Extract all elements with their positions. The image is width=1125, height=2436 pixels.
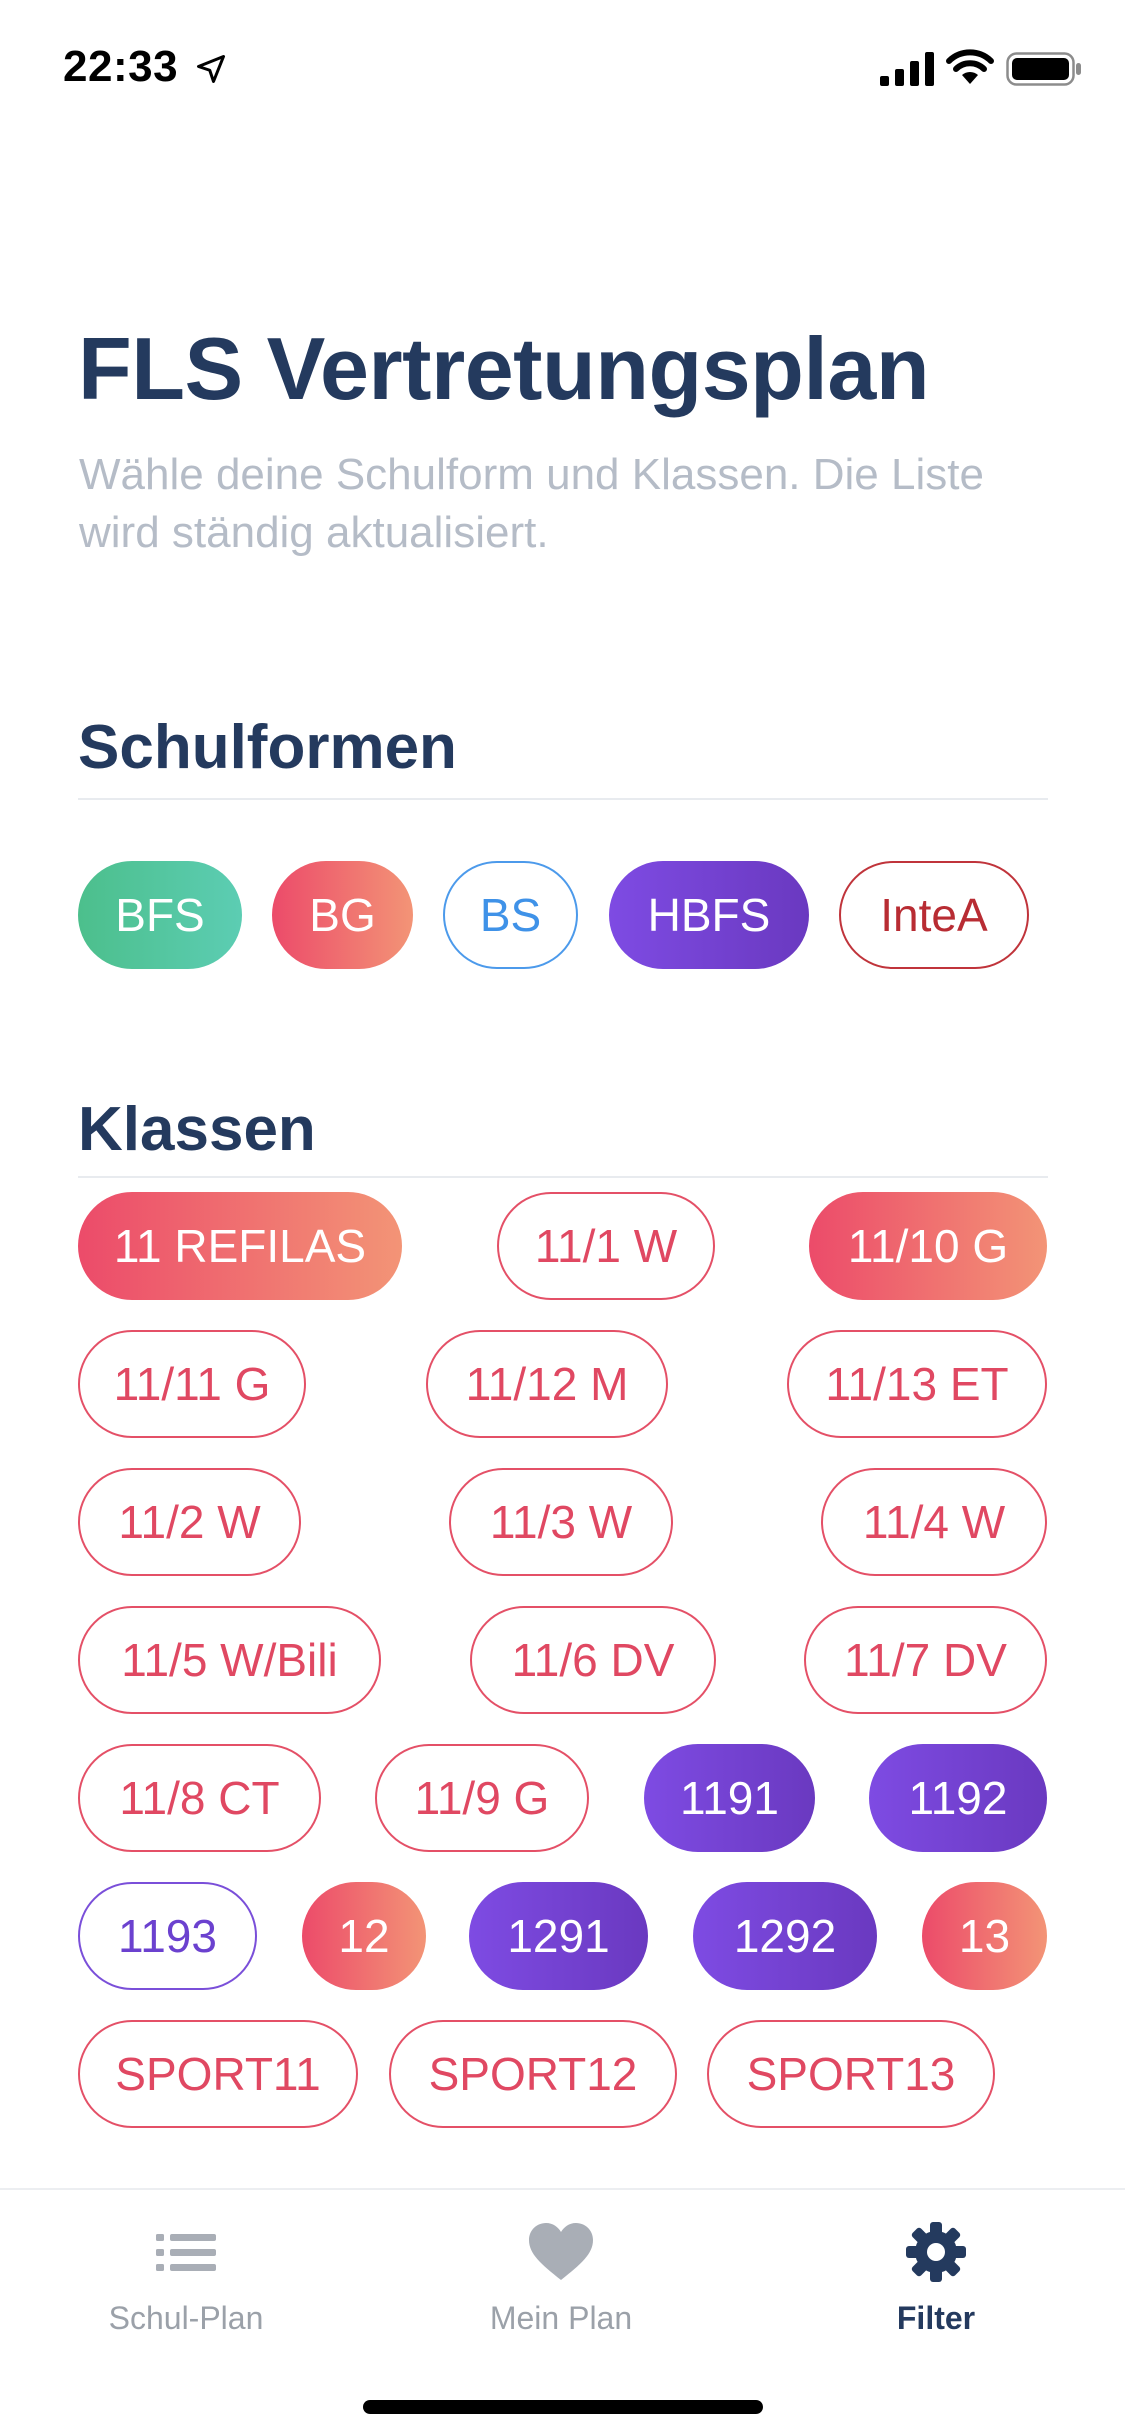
location-arrow-icon: [197, 55, 225, 83]
chip-klasse[interactable]: 11/7 DV: [804, 1606, 1047, 1714]
section-title-klassen: Klassen: [78, 1095, 316, 1164]
chip-schulform-bs[interactable]: BS: [443, 861, 578, 969]
battery-icon: [1006, 52, 1081, 86]
chip-klasse[interactable]: SPORT11: [78, 2020, 358, 2128]
chip-klasse[interactable]: 11/6 DV: [470, 1606, 716, 1714]
tab-mein-plan[interactable]: Mein Plan: [411, 2190, 711, 2370]
page-subtitle: Wähle deine Schulform und Klassen. Die L…: [79, 450, 984, 557]
tab-filter[interactable]: Filter: [786, 2190, 1086, 2370]
list-icon: [156, 2234, 216, 2271]
wifi-icon: [946, 49, 994, 84]
chip-klasse[interactable]: 13: [922, 1882, 1047, 1990]
chip-klasse[interactable]: 12: [302, 1882, 426, 1990]
page-title: FLS Vertretungsplan: [78, 319, 930, 418]
chip-schulform-bfs[interactable]: BFS: [78, 861, 242, 969]
chip-klasse[interactable]: 11/4 W: [821, 1468, 1047, 1576]
chip-klasse[interactable]: 11/13 ET: [787, 1330, 1047, 1438]
chip-klasse[interactable]: 1191: [644, 1744, 815, 1852]
chip-klasse[interactable]: 11/2 W: [78, 1468, 301, 1576]
tab-label: Mein Plan: [489, 2300, 633, 2336]
chip-klasse[interactable]: 11 REFILAS: [78, 1192, 402, 1300]
gear-icon: [906, 2222, 966, 2282]
chip-klasse[interactable]: 11/12 M: [426, 1330, 668, 1438]
home-indicator[interactable]: [363, 2400, 763, 2414]
chip-schulform-hbfs[interactable]: HBFS: [609, 861, 809, 969]
tab-label: Filter: [896, 2300, 976, 2336]
cellular-signal-icon: [880, 52, 934, 86]
chip-klasse[interactable]: 11/8 CT: [78, 1744, 321, 1852]
tab-schul-plan[interactable]: Schul-Plan: [36, 2190, 336, 2370]
tab-label: Schul-Plan: [108, 2300, 264, 2336]
chip-klasse[interactable]: SPORT12: [389, 2020, 677, 2128]
section-divider: [78, 798, 1048, 800]
chip-klasse[interactable]: 1193: [78, 1882, 257, 1990]
chip-klasse[interactable]: 1192: [869, 1744, 1047, 1852]
chip-klasse[interactable]: SPORT13: [707, 2020, 995, 2128]
chip-klasse[interactable]: 11/5 W/Bili: [78, 1606, 381, 1714]
chip-klasse[interactable]: 11/1 W: [497, 1192, 715, 1300]
chip-klasse[interactable]: 11/9 G: [375, 1744, 589, 1852]
chip-schulform-bg[interactable]: BG: [272, 861, 413, 969]
heart-icon: [529, 2223, 593, 2280]
section-divider: [78, 1176, 1048, 1178]
chip-klasse[interactable]: 11/10 G: [809, 1192, 1047, 1300]
chip-schulform-intea[interactable]: InteA: [839, 861, 1029, 969]
chip-klasse[interactable]: 11/3 W: [449, 1468, 673, 1576]
chip-klasse[interactable]: 1291: [469, 1882, 648, 1990]
status-time: 22:33: [63, 42, 179, 91]
chip-klasse[interactable]: 1292: [693, 1882, 877, 1990]
status-bar: 22:33: [0, 0, 1125, 132]
chip-klasse[interactable]: 11/11 G: [78, 1330, 306, 1438]
tab-bar: Schul-Plan Mein Plan Filter: [0, 2188, 1125, 2436]
section-title-schulformen: Schulformen: [78, 713, 457, 782]
